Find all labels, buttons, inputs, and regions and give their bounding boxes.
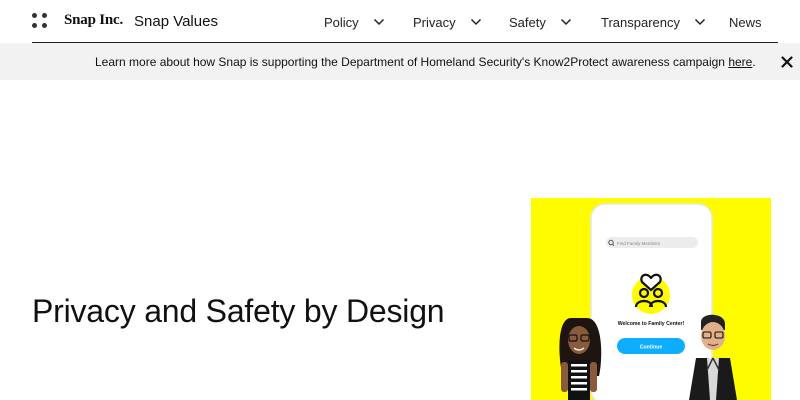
family-center-illustration: Find Family Members Welcome to Family Ce…	[531, 198, 771, 400]
phone-mockup: Find Family Members Welcome to Family Ce…	[590, 203, 713, 400]
page-title: Privacy and Safety by Design	[32, 293, 445, 329]
close-icon[interactable]	[781, 56, 793, 68]
nav-item-label: News	[729, 14, 762, 30]
banner-text: Learn more about how Snap is supporting …	[95, 55, 729, 69]
banner-link-here[interactable]: here	[728, 55, 752, 69]
search-placeholder: Find Family Members	[617, 241, 661, 246]
snap-inc-logo[interactable]: Snap Inc.	[64, 12, 123, 29]
banner-message: Learn more about how Snap is supporting …	[95, 55, 756, 69]
continue-button-label: Continue	[640, 345, 663, 351]
site-title[interactable]: Snap Values	[134, 13, 218, 30]
chevron-down-icon	[694, 18, 706, 26]
grid-dots-icon[interactable]	[32, 13, 48, 29]
chevron-down-icon	[560, 18, 571, 26]
nav-item-news[interactable]: News	[729, 13, 762, 31]
nav-item-label: Transparency	[601, 14, 680, 30]
site-header: Snap Inc. Snap Values Policy Privacy Saf…	[0, 0, 800, 42]
nav-item-transparency[interactable]: Transparency	[601, 13, 706, 31]
bitmoji-woman	[559, 318, 602, 400]
welcome-text: Welcome to Family Center!	[618, 321, 685, 327]
announcement-banner: Learn more about how Snap is supporting …	[0, 43, 800, 80]
nav-item-label: Safety	[509, 14, 546, 30]
chevron-down-icon	[470, 18, 481, 26]
nav-item-safety[interactable]: Safety	[509, 13, 572, 31]
nav-item-label: Policy	[324, 14, 359, 30]
nav-item-privacy[interactable]: Privacy	[413, 13, 482, 31]
chevron-down-icon	[373, 18, 384, 26]
nav-item-label: Privacy	[413, 14, 456, 30]
nav-item-policy[interactable]: Policy	[324, 13, 385, 31]
banner-suffix: .	[752, 55, 756, 69]
